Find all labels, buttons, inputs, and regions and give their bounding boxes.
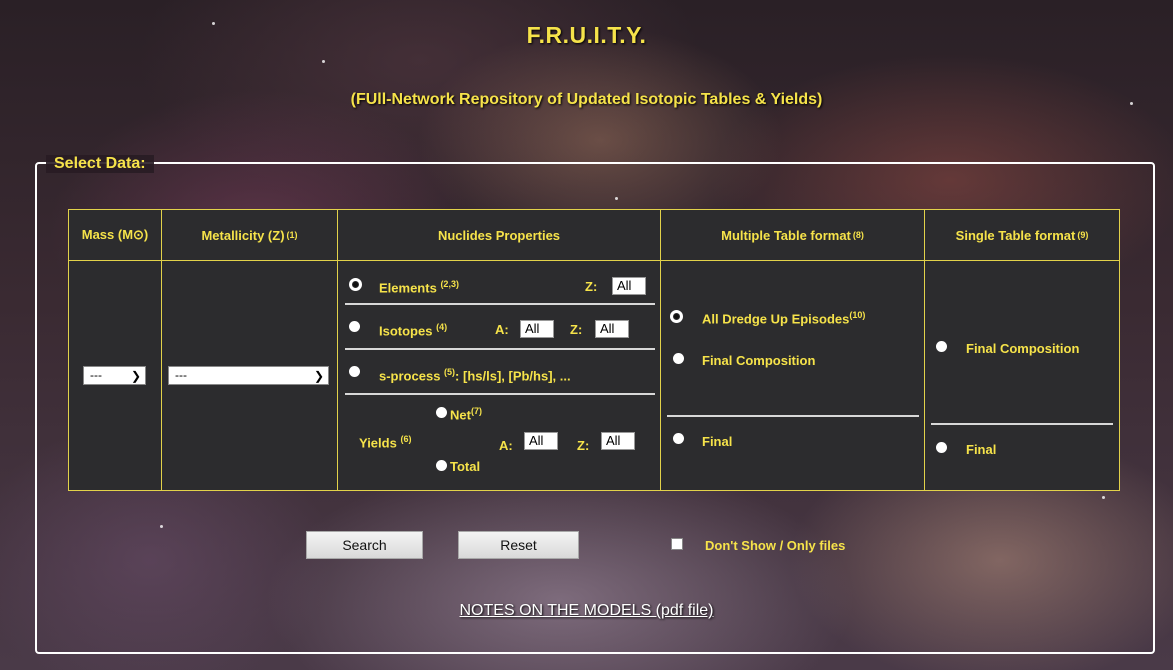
isotopes-z-input[interactable]: All <box>595 320 629 338</box>
yields-total-label: Total <box>450 459 481 474</box>
single-final-composition-radio[interactable] <box>936 341 947 352</box>
yields-total-radio[interactable] <box>436 460 447 471</box>
single-table-header: Single Table format (9) <box>925 210 1119 260</box>
single-final-label: Final <box>966 442 997 457</box>
search-button[interactable]: Search <box>306 531 423 559</box>
isotopes-radio[interactable] <box>349 321 360 332</box>
isotopes-a-input[interactable]: All <box>520 320 554 338</box>
separator <box>931 423 1113 425</box>
elements-label: Elements (2,3) <box>379 279 459 295</box>
header-divider <box>69 260 1119 261</box>
net-note: (7) <box>470 406 482 416</box>
multiple-final-label: Final <box>702 434 733 449</box>
isotopes-z-label: Z: <box>570 322 583 337</box>
isotopes-label: Isotopes (4) <box>379 322 447 338</box>
elements-z-label: Z: <box>585 279 598 294</box>
all-dredge-up-label: All Dredge Up Episodes(10) <box>702 310 865 326</box>
sprocess-text: s-process <box>379 368 441 384</box>
metallicity-select[interactable]: --- ❯ <box>168 366 329 385</box>
yields-z-label: Z: <box>577 438 590 453</box>
multiple-final-radio[interactable] <box>673 433 684 444</box>
all-dredge-up-radio[interactable] <box>670 310 683 323</box>
metallicity-header-note: (1) <box>286 230 298 240</box>
elements-radio[interactable] <box>349 278 362 291</box>
chevron-down-icon: ❯ <box>313 369 324 383</box>
yields-net-label: Net(7) <box>450 406 482 422</box>
nuclides-header-label: Nuclides Properties <box>437 227 561 243</box>
column-divider <box>924 260 925 490</box>
mass-header: Mass (M⊙) <box>69 210 162 260</box>
multiple-final-composition-radio[interactable] <box>673 353 684 364</box>
single-header-note: (9) <box>1077 230 1089 240</box>
single-header-label: Single Table format <box>955 227 1076 243</box>
yields-net-radio[interactable] <box>436 407 447 418</box>
all-dredge-up-note: (10) <box>849 310 866 320</box>
sprocess-label: s-process (5): [hs/ls], [Pb/hs], ... <box>379 367 571 383</box>
column-divider <box>337 260 338 490</box>
yields-note: (6) <box>400 434 412 444</box>
isotopes-a-label: A: <box>495 322 509 337</box>
yields-a-label: A: <box>499 438 513 453</box>
mass-select[interactable]: --- ❯ <box>83 366 146 385</box>
separator <box>345 303 655 305</box>
yields-label: Yields (6) <box>359 434 411 450</box>
single-final-composition-label: Final Composition <box>966 341 1080 356</box>
select-data-legend: Select Data: <box>46 155 154 173</box>
nuclides-header: Nuclides Properties <box>338 210 661 260</box>
page-subtitle: (FUll-Network Repository of Updated Isot… <box>350 91 823 108</box>
elements-z-input[interactable]: All <box>612 277 646 295</box>
column-divider <box>660 260 661 490</box>
star <box>322 60 325 63</box>
single-final-radio[interactable] <box>936 442 947 453</box>
elements-note: (2,3) <box>440 279 459 289</box>
column-divider <box>161 260 162 490</box>
separator <box>345 393 655 395</box>
all-dredge-up-text: All Dredge Up Episodes <box>702 311 850 327</box>
dont-show-checkbox[interactable] <box>671 538 683 550</box>
net-text: Net <box>450 407 471 423</box>
multiple-header-note: (8) <box>852 230 864 240</box>
notes-link[interactable]: NOTES ON THE MODELS (pdf file) <box>0 602 1173 620</box>
metallicity-header-label: Metallicity (Z) <box>201 227 285 243</box>
reset-button[interactable]: Reset <box>458 531 579 559</box>
yields-a-input[interactable]: All <box>524 432 558 450</box>
isotopes-note: (4) <box>436 322 448 332</box>
mass-select-value: --- <box>90 368 102 382</box>
yields-z-input[interactable]: All <box>601 432 635 450</box>
separator <box>345 348 655 350</box>
multiple-header-label: Multiple Table format <box>721 227 851 243</box>
sprocess-note: (5) <box>444 367 456 377</box>
sprocess-suffix: : [hs/ls], [Pb/hs], ... <box>455 368 571 384</box>
elements-text: Elements <box>379 280 437 296</box>
multiple-table-header: Multiple Table format (8) <box>661 210 925 260</box>
multiple-final-composition-label: Final Composition <box>702 353 816 368</box>
metallicity-select-value: --- <box>175 368 187 382</box>
isotopes-text: Isotopes <box>379 323 433 339</box>
page-title: F.R.U.I.T.Y. <box>526 22 647 48</box>
dont-show-label: Don't Show / Only files <box>705 538 846 553</box>
yields-text: Yields <box>359 435 397 451</box>
chevron-down-icon: ❯ <box>130 369 141 383</box>
metallicity-header: Metallicity (Z) (1) <box>162 210 338 260</box>
mass-header-label: Mass (M⊙) <box>81 227 149 242</box>
sprocess-radio[interactable] <box>349 366 360 377</box>
separator <box>667 415 919 417</box>
selection-table: Mass (M⊙) Metallicity (Z) (1) Nuclides Pr… <box>68 209 1120 491</box>
